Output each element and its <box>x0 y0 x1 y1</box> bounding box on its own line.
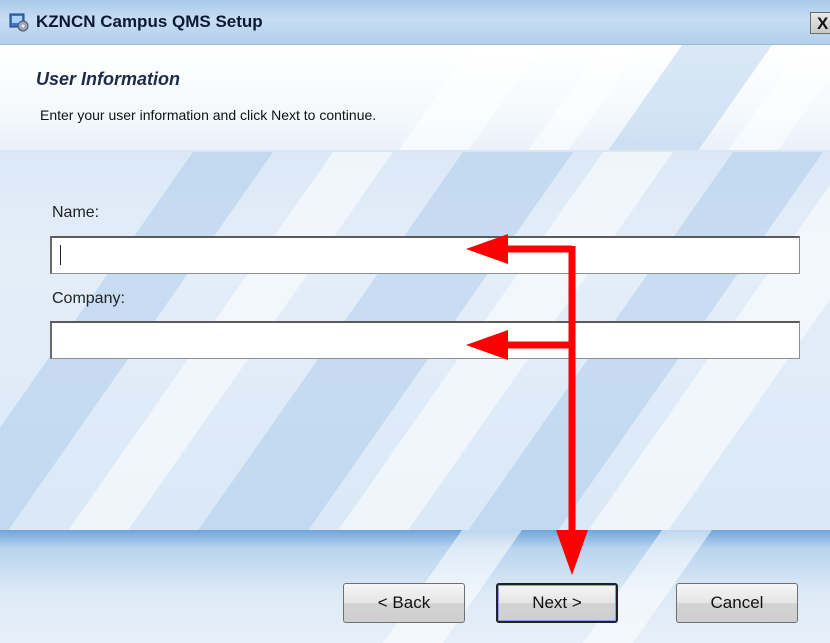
button-bar: < Back Next > Cancel <box>0 530 830 643</box>
title-bar[interactable]: KZNCN Campus QMS Setup X <box>0 0 830 45</box>
cancel-button[interactable]: Cancel <box>676 583 798 623</box>
page-subtitle: Enter your user information and click Ne… <box>40 107 377 123</box>
next-button[interactable]: Next > <box>496 583 618 623</box>
setup-dialog: KZNCN Campus QMS Setup X User Informatio… <box>0 0 830 643</box>
window-title: KZNCN Campus QMS Setup <box>36 12 263 31</box>
back-button[interactable]: < Back <box>343 583 465 623</box>
header-panel: User Information Enter your user informa… <box>0 45 830 152</box>
page-title: User Information <box>36 69 181 89</box>
installer-icon <box>9 13 29 32</box>
form-panel: Name: Company: <box>0 152 830 530</box>
company-input[interactable] <box>50 321 800 359</box>
name-input[interactable] <box>50 236 800 274</box>
close-button[interactable]: X <box>810 12 830 34</box>
text-caret <box>60 245 61 265</box>
name-label: Name: <box>52 204 100 221</box>
company-label: Company: <box>52 290 125 307</box>
